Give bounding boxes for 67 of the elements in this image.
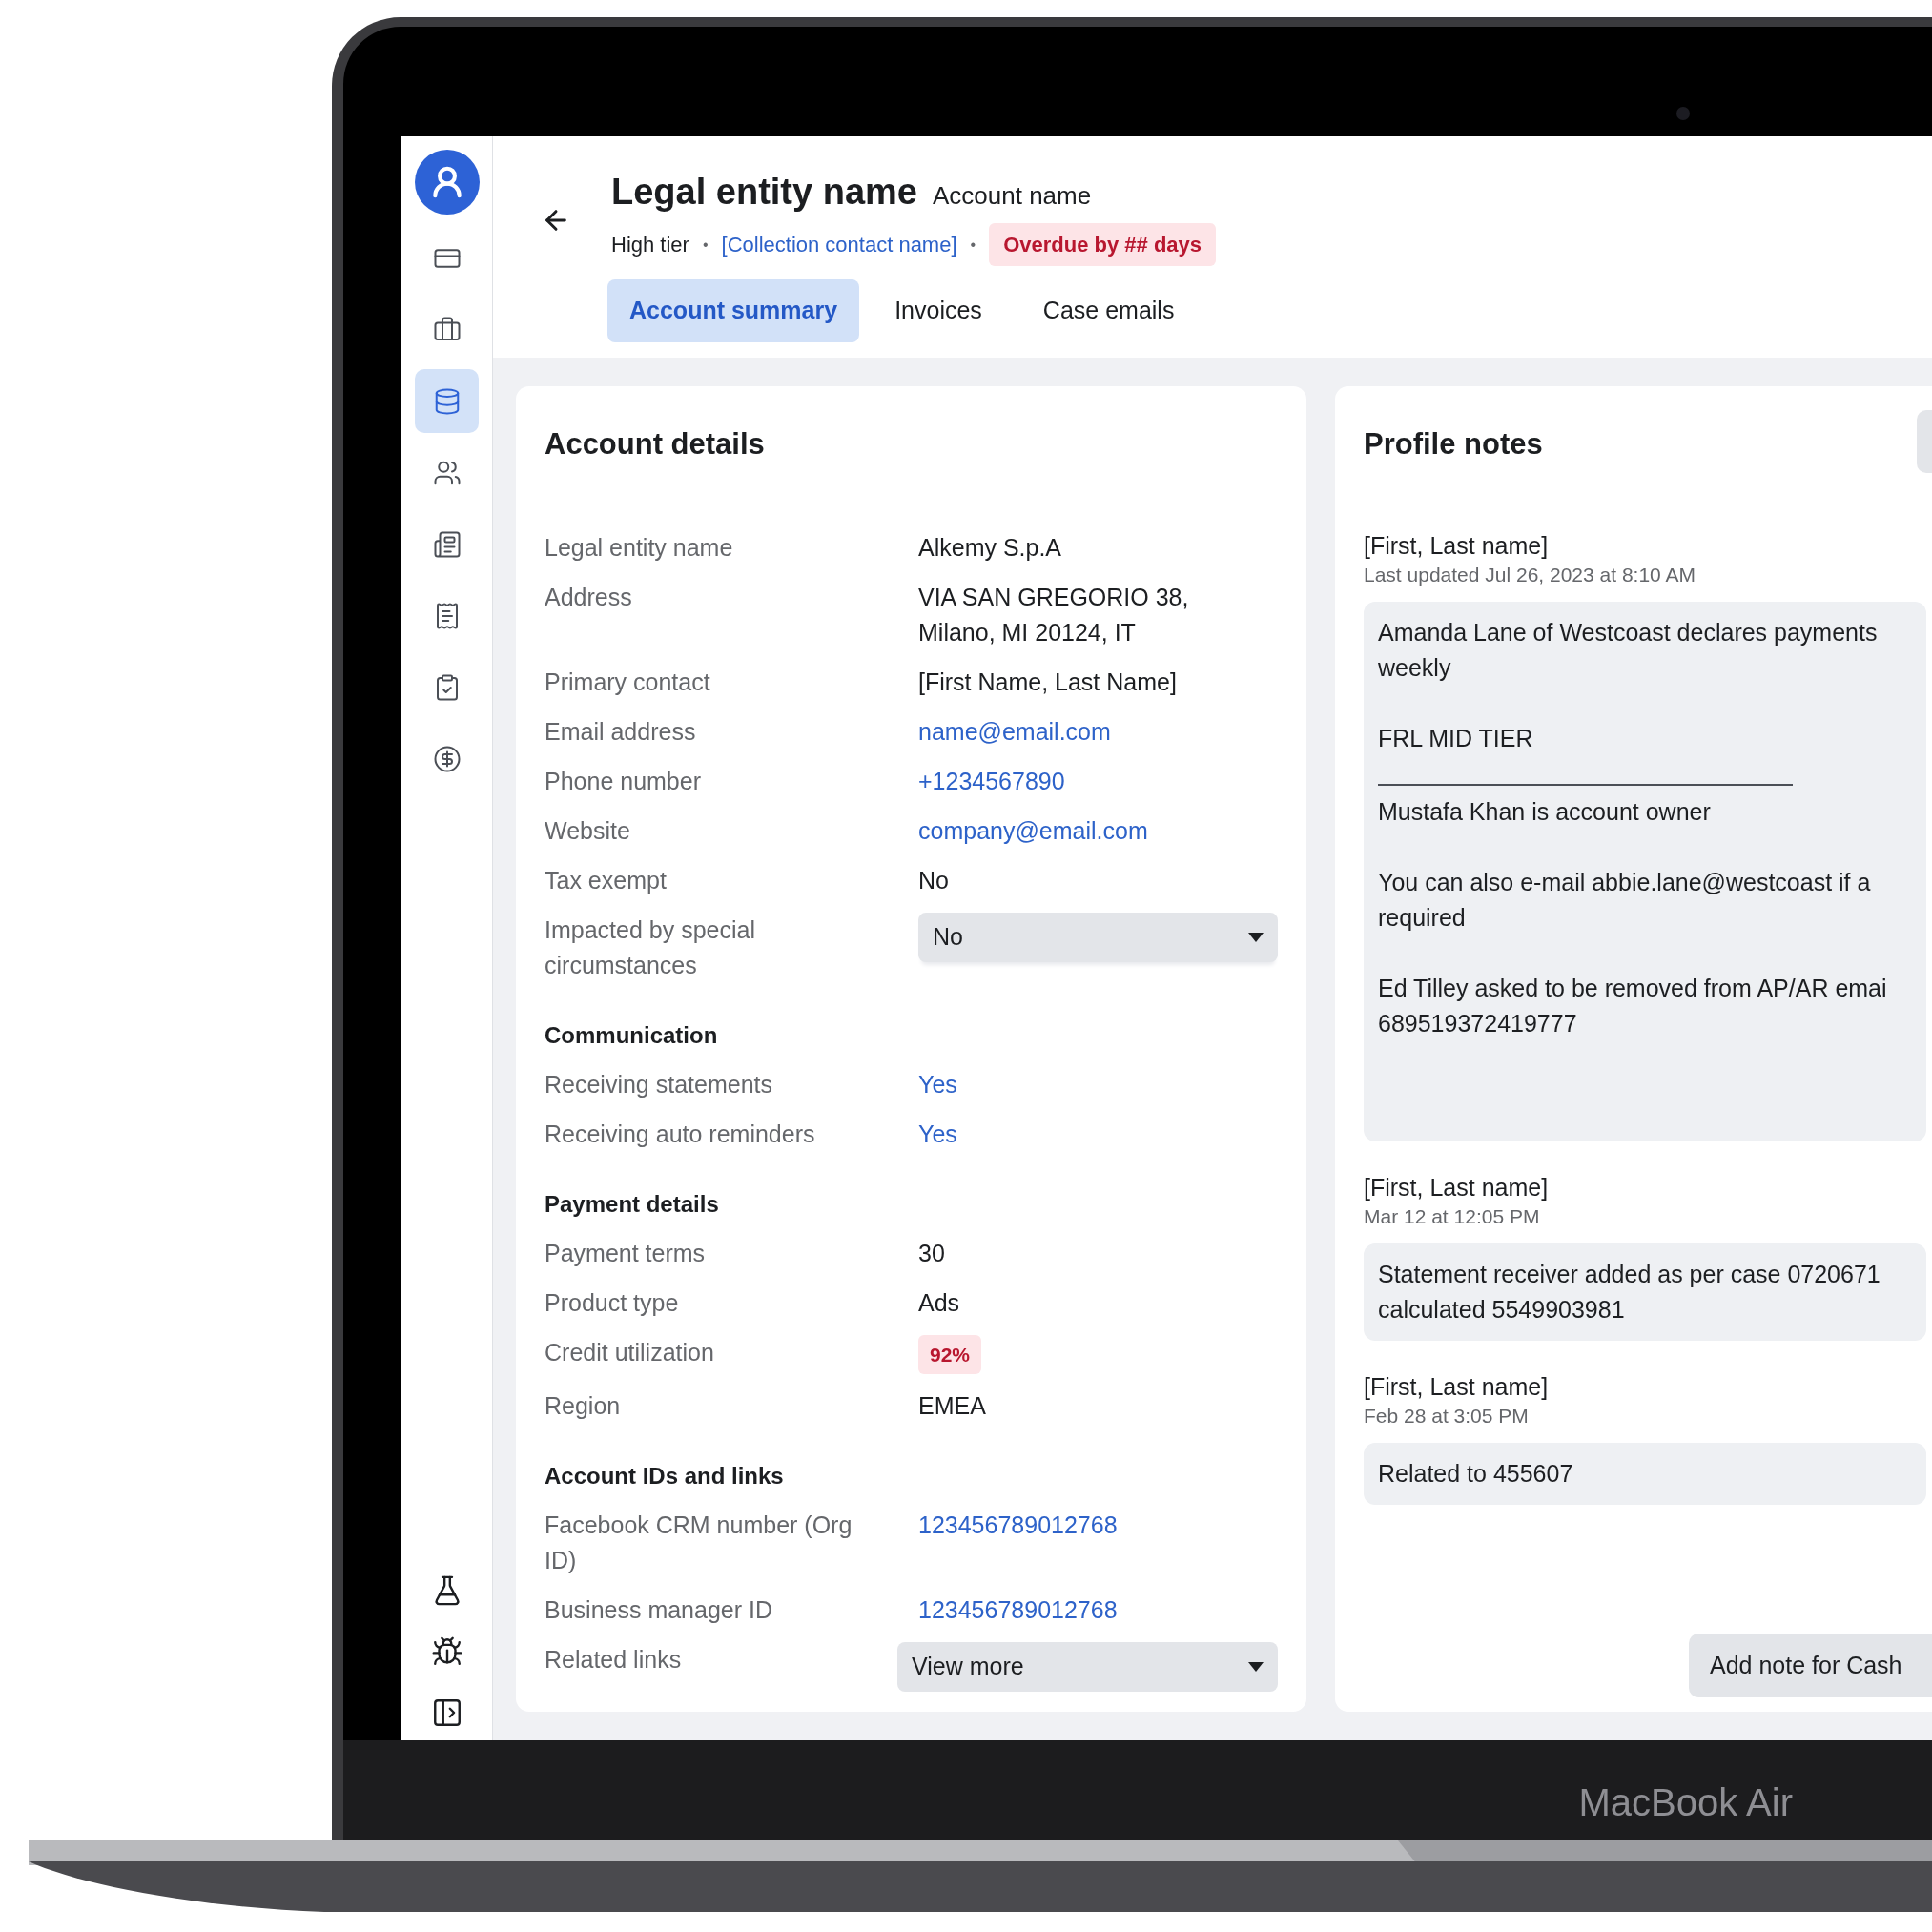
- value-link[interactable]: company@email.com: [918, 812, 1148, 849]
- device-label: MacBook Air: [1578, 1780, 1793, 1825]
- field-value: No: [918, 865, 949, 895]
- field-label: Receiving statements: [545, 1069, 773, 1100]
- note-timestamp: Feb 28 at 3:05 PM: [1364, 1403, 1530, 1428]
- note-author: [First, Last name]: [1364, 530, 1550, 561]
- separator-dot: •: [970, 235, 976, 255]
- bug-icon[interactable]: [430, 1635, 463, 1668]
- field-value: VIA SAN GREGORIO 38, Milano, MI 20124, IT: [918, 582, 1189, 647]
- field-value: Alkemy S.p.A: [918, 532, 1062, 563]
- value-link[interactable]: 123456789012768: [918, 1507, 1118, 1543]
- database-icon[interactable]: [415, 369, 479, 433]
- value-link[interactable]: Yes: [918, 1066, 957, 1102]
- tab[interactable]: Account summary: [607, 279, 860, 342]
- note-author: [First, Last name]: [1364, 1172, 1550, 1202]
- section-heading: Communication: [545, 1020, 719, 1050]
- caret-icon: [1248, 1661, 1264, 1672]
- field-label: Address: [545, 582, 633, 612]
- note-timestamp: Last updated Jul 26, 2023 at 8:10 AM: [1364, 562, 1696, 587]
- field-label: Website: [545, 815, 631, 846]
- contact-link[interactable]: [Collection contact name]: [721, 229, 957, 260]
- page-title: Legal entity name: [611, 171, 917, 214]
- note-timestamp: Mar 12 at 12:05 PM: [1364, 1203, 1541, 1229]
- dropdown[interactable]: View more: [897, 1641, 1278, 1692]
- note-text: Ed Tilley asked to be removed from AP/AR emai 689519372419777: [1378, 973, 1888, 1038]
- field-label: Tax exempt: [545, 865, 668, 895]
- account-name: Account name: [933, 180, 1092, 212]
- section-heading: Account IDs and links: [545, 1461, 785, 1490]
- note-text: Amanda Lane of Westcoast declares payments weekly: [1378, 617, 1879, 683]
- field-value: 30: [918, 1238, 945, 1268]
- card-title: Profile notes: [1364, 426, 1543, 462]
- field-value: [First Name, Last Name]: [918, 667, 1177, 697]
- note-text: Related to 455607: [1378, 1458, 1574, 1489]
- card-title: Account details: [545, 426, 766, 462]
- tab[interactable]: Invoices: [869, 279, 1008, 342]
- caret-icon: [1248, 932, 1264, 942]
- field-label: Credit utilization: [545, 1337, 715, 1367]
- field-label: Payment terms: [545, 1238, 707, 1268]
- field-value: EMEA: [918, 1390, 986, 1421]
- overdue-badge: Overdue by ## days: [989, 223, 1217, 266]
- note-text: Statement receiver added as per case 0720671 calculated 5549903981: [1378, 1259, 1881, 1325]
- field-label: Business manager ID: [545, 1594, 773, 1625]
- note-author: [First, Last name]: [1364, 1371, 1550, 1402]
- dropdown[interactable]: No: [918, 912, 1278, 962]
- field-label: Legal entity name: [545, 532, 734, 563]
- field-label: Phone number: [545, 766, 702, 796]
- field-label: Facebook CRM number (Org ID): [545, 1510, 853, 1575]
- field-label: Product type: [545, 1287, 680, 1318]
- tier-label: High tier: [611, 232, 689, 258]
- note-text: FRL MID TIER: [1378, 723, 1534, 753]
- value-link[interactable]: Yes: [918, 1116, 957, 1152]
- tab[interactable]: Case emails: [1017, 279, 1201, 342]
- value-link[interactable]: name@email.com: [918, 713, 1111, 750]
- value-link[interactable]: +1234567890: [918, 763, 1065, 799]
- note-text: Mustafa Khan is account owner: [1378, 796, 1712, 827]
- separator-dot: •: [702, 235, 709, 255]
- field-label: Region: [545, 1390, 622, 1421]
- section-heading: Payment details: [545, 1189, 720, 1219]
- field-label: Receiving auto reminders: [545, 1119, 816, 1149]
- add-note-button[interactable]: Add note for Cash: [1689, 1634, 1932, 1697]
- field-label: Primary contact: [545, 667, 711, 697]
- value-link[interactable]: 123456789012768: [918, 1592, 1118, 1628]
- field-label: Impacted by special circumstances: [545, 915, 756, 980]
- field-label: Email address: [545, 716, 697, 747]
- field-value: Ads: [918, 1287, 960, 1318]
- utilization-badge: 92%: [918, 1334, 982, 1374]
- note-text: You can also e-mail abbie.lane@westcoast if a required: [1378, 867, 1872, 933]
